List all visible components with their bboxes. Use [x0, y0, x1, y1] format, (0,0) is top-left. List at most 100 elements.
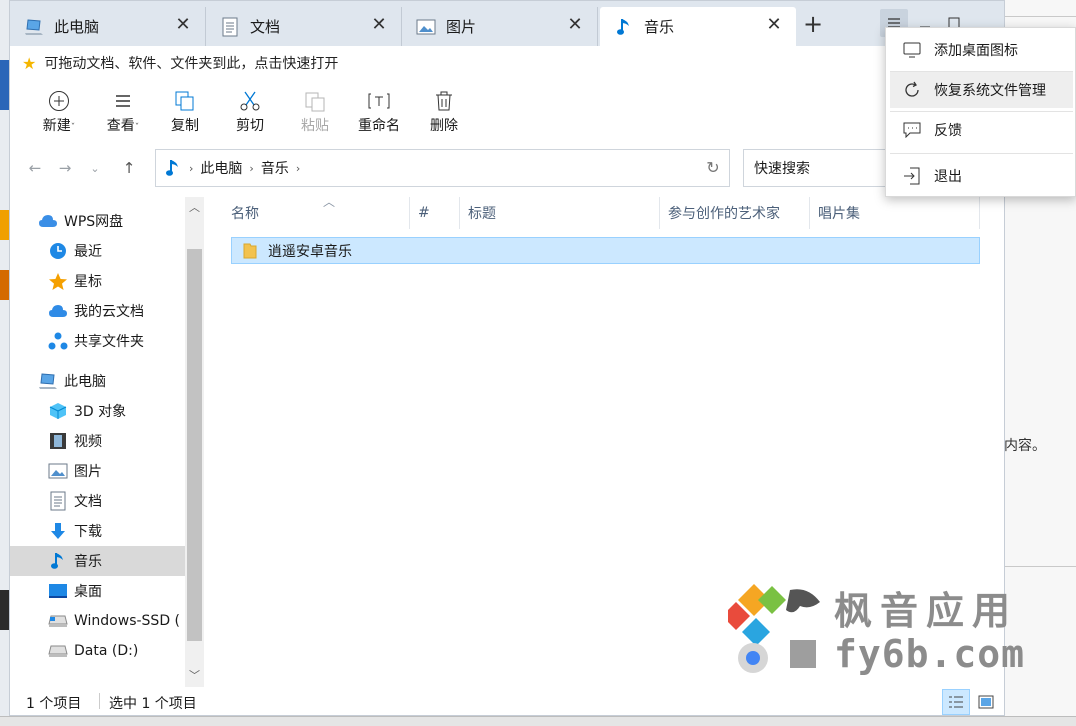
- column-label: 唱片集: [818, 206, 860, 222]
- column-artist[interactable]: 参与创作的艺术家: [660, 197, 810, 229]
- exit-icon: [902, 166, 922, 186]
- forward-button[interactable]: →: [54, 157, 76, 179]
- drive-icon: [48, 641, 68, 661]
- sidebar-item-starred[interactable]: 星标: [10, 266, 185, 296]
- copy-button[interactable]: 复制: [155, 89, 215, 139]
- delete-button[interactable]: 删除: [414, 89, 474, 139]
- cube-icon: [48, 401, 68, 421]
- chevron-down-icon[interactable]: ﹀: [185, 667, 204, 685]
- tab-label: 音乐: [644, 18, 675, 36]
- cloud-doc-icon: [48, 301, 68, 321]
- menu-item-label: 反馈: [934, 123, 962, 139]
- sidebar-item-this-pc[interactable]: 此电脑: [10, 366, 185, 396]
- details-view-button[interactable]: [942, 689, 970, 715]
- chevron-up-icon[interactable]: ︿: [185, 199, 204, 217]
- star-icon: ★: [22, 53, 37, 73]
- folder-icon: [242, 243, 258, 259]
- status-bar: 1 个项目 选中 1 个项目: [10, 687, 1004, 715]
- arrow-right-icon: →: [58, 159, 72, 177]
- menu-item-label: 恢复系统文件管理: [934, 83, 1046, 99]
- sidebar-item-shared[interactable]: 共享文件夹: [10, 326, 185, 356]
- sidebar-item-pictures[interactable]: 图片: [10, 456, 185, 486]
- rename-label: 重命名: [358, 118, 400, 134]
- download-icon: [48, 521, 68, 541]
- sidebar-scrollbar[interactable]: ︿ ﹀: [185, 197, 204, 687]
- cloud-icon: [38, 211, 58, 231]
- tab-pictures[interactable]: 图片 ✕: [402, 7, 598, 46]
- sidebar-item-desktop[interactable]: 桌面: [10, 576, 185, 606]
- tiles-view-button[interactable]: [972, 689, 1000, 715]
- column-title[interactable]: 标题: [460, 197, 660, 229]
- item-count: 1 个项目: [26, 696, 82, 712]
- breadcrumb-separator: ›: [249, 161, 254, 175]
- back-button[interactable]: ←: [24, 157, 46, 179]
- chevron-down-icon: ⌄: [90, 161, 100, 175]
- sidebar-item-music[interactable]: 音乐: [10, 546, 185, 576]
- menu-item-feedback[interactable]: 反馈: [890, 112, 1073, 148]
- sidebar-item-cloud-docs[interactable]: 我的云文档: [10, 296, 185, 326]
- column-label: 参与创作的艺术家: [668, 206, 780, 222]
- arrow-left-icon: ←: [28, 159, 42, 177]
- view-button[interactable]: 查看ˇ: [90, 89, 156, 139]
- sidebar-item-label: 视频: [74, 434, 102, 450]
- menu-item-restore-system-manager[interactable]: 恢复系统文件管理: [890, 72, 1073, 108]
- tab-this-pc[interactable]: 此电脑 ✕: [10, 7, 206, 46]
- chevron-down-icon: ˇ: [134, 123, 140, 133]
- sidebar-item-label: 此电脑: [64, 374, 106, 390]
- menu-item-add-desktop-icon[interactable]: 添加桌面图标: [890, 32, 1073, 68]
- tab-bar: 此电脑 ✕ 文档 ✕ 图片 ✕ 音乐 ✕ +: [10, 1, 1004, 46]
- up-button[interactable]: ↑: [118, 157, 140, 179]
- close-icon[interactable]: ✕: [764, 15, 784, 35]
- column-number[interactable]: #: [410, 197, 460, 229]
- tab-music[interactable]: 音乐 ✕: [600, 7, 796, 46]
- close-icon[interactable]: ✕: [369, 15, 389, 35]
- breadcrumb-separator: ›: [189, 161, 194, 175]
- address-bar[interactable]: › 此电脑 › 音乐 › ↻: [155, 149, 730, 187]
- cut-button[interactable]: 剪切: [220, 89, 280, 139]
- new-button[interactable]: 新建ˇ: [26, 89, 92, 139]
- column-name[interactable]: 名称 ︿: [223, 195, 410, 229]
- watermark-logo: [722, 580, 828, 680]
- menu-item-exit[interactable]: 退出: [890, 158, 1073, 194]
- copy-label: 复制: [171, 118, 199, 134]
- sidebar-item-windows-ssd[interactable]: Windows-SSD (: [10, 606, 185, 636]
- column-label: 标题: [468, 206, 496, 222]
- paste-button[interactable]: 粘贴: [285, 89, 345, 139]
- column-album[interactable]: 唱片集: [810, 197, 980, 229]
- background-divider: [1004, 16, 1076, 17]
- file-row[interactable]: 逍遥安卓音乐: [231, 237, 980, 264]
- paste-label: 粘贴: [301, 118, 329, 134]
- sidebar-item-documents[interactable]: 文档: [10, 486, 185, 516]
- sidebar-item-label: 星标: [74, 274, 102, 290]
- sidebar-item-label: 下载: [74, 524, 102, 540]
- new-tab-button[interactable]: +: [800, 11, 826, 37]
- rename-button[interactable]: 重命名: [349, 89, 409, 139]
- tab-documents[interactable]: 文档 ✕: [206, 7, 402, 46]
- sidebar-item-label: Windows-SSD (: [74, 613, 181, 629]
- arrow-up-icon: ↑: [122, 159, 136, 177]
- refresh-icon[interactable]: ↻: [703, 158, 723, 178]
- selection-count: 选中 1 个项目: [109, 696, 197, 712]
- breadcrumb-this-pc[interactable]: 此电脑: [200, 158, 242, 178]
- sidebar-item-3d-objects[interactable]: 3D 对象: [10, 396, 185, 426]
- sidebar-item-downloads[interactable]: 下载: [10, 516, 185, 546]
- sidebar-item-videos[interactable]: 视频: [10, 426, 185, 456]
- status-divider: [99, 693, 100, 709]
- recent-locations-button[interactable]: ⌄: [84, 157, 106, 179]
- sidebar-item-label: 最近: [74, 244, 102, 260]
- sidebar-item-label: 音乐: [74, 554, 102, 570]
- list-view-icon: [111, 89, 135, 113]
- breadcrumb-music[interactable]: 音乐: [261, 158, 289, 178]
- plus-circle-icon: [47, 89, 71, 113]
- column-label: 名称: [231, 206, 259, 222]
- close-icon[interactable]: ✕: [173, 15, 193, 35]
- close-icon[interactable]: ✕: [565, 15, 585, 35]
- sidebar-item-recent[interactable]: 最近: [10, 236, 185, 266]
- menu-item-label: 退出: [934, 169, 962, 185]
- sidebar-item-data-d[interactable]: Data (D:): [10, 636, 185, 666]
- music-icon: [166, 158, 180, 178]
- sidebar-item-wps-cloud[interactable]: WPS网盘: [10, 206, 185, 236]
- scrollbar-thumb[interactable]: [187, 249, 202, 641]
- clock-icon: [48, 241, 68, 261]
- column-label: #: [418, 205, 430, 221]
